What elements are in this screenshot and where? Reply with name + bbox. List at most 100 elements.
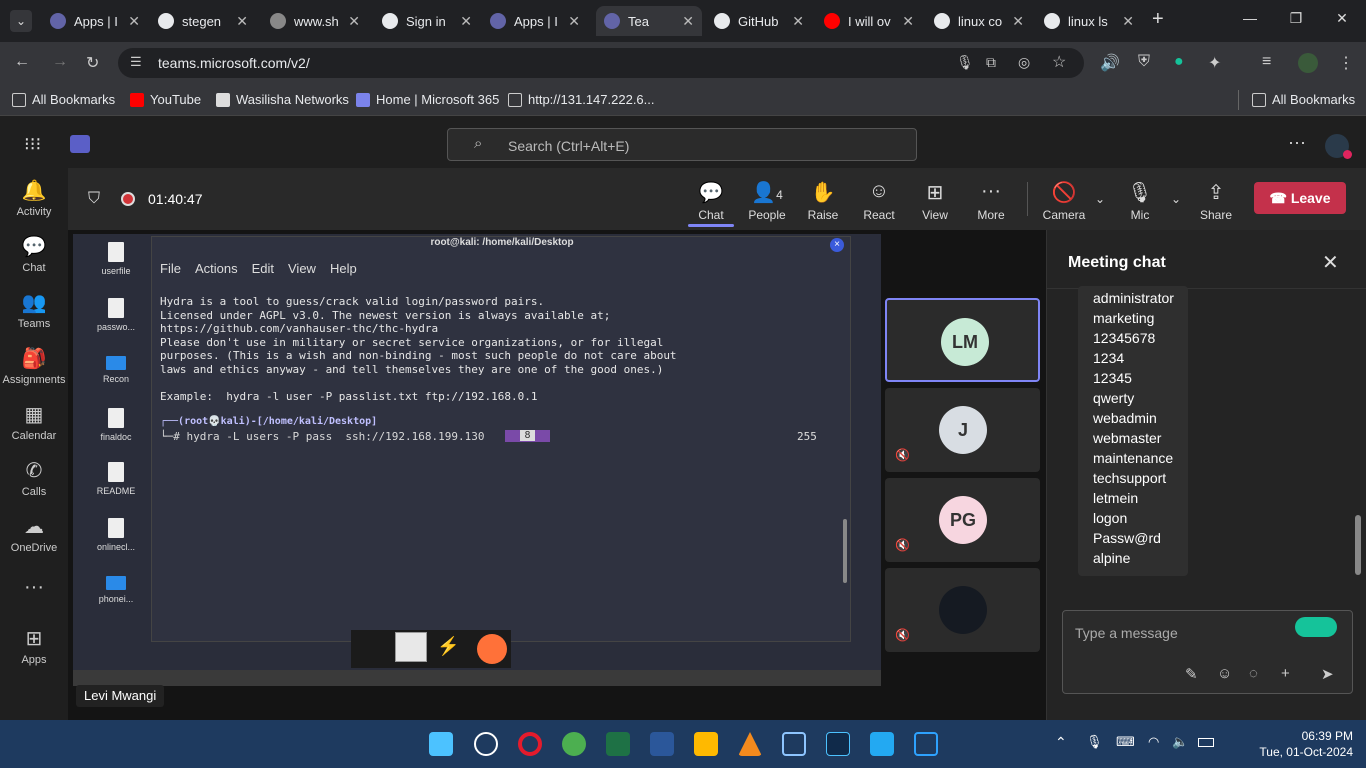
browser-tab[interactable]: GitHub ✕ (706, 6, 812, 36)
menu-actions[interactable]: Actions (195, 261, 238, 276)
reload-icon[interactable]: ↻ (86, 53, 99, 73)
site-info-icon[interactable]: ☰ (130, 54, 142, 70)
mic-button[interactable]: 🎙 Mic (1112, 180, 1168, 222)
tab-close-icon[interactable]: ✕ (348, 13, 360, 30)
menu-view[interactable]: View (288, 261, 316, 276)
camera-button[interactable]: 🚫 Camera (1036, 180, 1092, 222)
desktop-icon[interactable]: onlinecl... (87, 518, 145, 552)
rail-calendar[interactable]: ▦ Calendar (0, 402, 68, 442)
burp-app-icon[interactable]: ⚡ (437, 636, 459, 657)
forward-icon[interactable]: → (52, 53, 68, 71)
shield-extension-icon[interactable]: ⛨ (1138, 53, 1150, 71)
browser-tab[interactable]: stegen ✕ (150, 6, 256, 36)
media-icon[interactable]: 🔊 (1100, 53, 1120, 73)
reading-list-icon[interactable]: ≡ (1262, 53, 1271, 71)
remote-desktop-icon[interactable] (914, 732, 938, 756)
eye-off-icon[interactable]: ◎ (1018, 54, 1030, 71)
tab-close-icon[interactable]: ✕ (1122, 13, 1134, 30)
desktop-icon[interactable]: userfile (87, 242, 145, 276)
menu-file[interactable]: File (160, 261, 181, 276)
word-icon[interactable] (650, 732, 674, 756)
bookmark-all[interactable]: All Bookmarks (12, 92, 115, 107)
app-launcher-icon[interactable]: ⁝⁝⁝ (24, 134, 41, 155)
terminal-app-icon[interactable] (826, 732, 850, 756)
tab-close-icon[interactable]: ✕ (568, 13, 580, 30)
window-close-button[interactable]: ✕ (1322, 10, 1362, 27)
battery-icon[interactable] (1198, 738, 1214, 747)
bookmark-ip[interactable]: http://131.147.222.6... (508, 92, 655, 107)
grammarly-icon[interactable]: ● (1174, 53, 1184, 71)
desktop-icon[interactable]: finaldoc (87, 408, 145, 442)
address-bar[interactable]: ☰ teams.microsoft.com/v2/ 🎙 ⧉ ◎ ☆ (118, 48, 1084, 78)
terminal-scrollbar[interactable] (843, 519, 847, 583)
volume-icon[interactable]: 🔈 (1172, 734, 1188, 750)
menu-edit[interactable]: Edit (252, 261, 274, 276)
desktop-icon[interactable]: Recon (87, 352, 145, 384)
browser-tab[interactable]: Apps | I ✕ (482, 6, 588, 36)
send-icon[interactable]: ➤ (1321, 665, 1334, 683)
tab-close-icon[interactable]: ✕ (460, 13, 472, 30)
microphone-icon[interactable]: 🎙 (956, 54, 974, 71)
browser-tab[interactable]: linux ls ✕ (1036, 6, 1142, 36)
chat-scrollbar[interactable] (1355, 515, 1361, 575)
camera-options-chevron-icon[interactable]: ⌄ (1095, 192, 1105, 206)
keyboard-icon[interactable]: ⌨ (1116, 734, 1135, 750)
windows-start-icon[interactable] (429, 732, 453, 756)
wifi-icon[interactable]: ◠ (1148, 734, 1159, 750)
chart-app-icon[interactable] (395, 632, 427, 662)
profile-avatar[interactable] (1298, 53, 1318, 73)
terminal-window[interactable]: root@kali: /home/kali/Desktop × File Act… (151, 236, 851, 642)
desktop-icon[interactable]: passwo... (87, 298, 145, 332)
desktop-icon[interactable]: README (87, 462, 145, 496)
tab-search-button[interactable]: ⌄ (10, 10, 32, 32)
plus-icon[interactable]: + (1281, 665, 1290, 682)
browser-tab[interactable]: linux co ✕ (926, 6, 1032, 36)
bookmark-wasilisha[interactable]: Wasilisha Networks (216, 92, 349, 107)
restore-button[interactable]: ❐ (1276, 10, 1316, 27)
extensions-icon[interactable]: ✦ (1208, 53, 1221, 73)
browser-tab[interactable]: Tea ✕ (596, 6, 702, 36)
bookmark-all-right[interactable]: All Bookmarks (1252, 92, 1355, 107)
vlc-icon[interactable] (738, 732, 762, 756)
message-composer[interactable]: Type a message ✎ ☺ ◌ + ➤ (1062, 610, 1353, 694)
share-button[interactable]: ⇪ Share (1188, 180, 1244, 222)
rail-activity[interactable]: 🔔 Activity (0, 178, 68, 218)
search-input[interactable]: ⌕ Search (Ctrl+Alt+E) (447, 128, 917, 161)
browser-tab[interactable]: I will ov ✕ (816, 6, 922, 36)
security-icon[interactable] (782, 732, 806, 756)
participant-tile[interactable]: 🔇 (885, 568, 1040, 652)
tab-close-icon[interactable]: ✕ (128, 13, 140, 30)
people-button[interactable]: 👤4 People (739, 180, 795, 222)
search-icon[interactable] (474, 732, 498, 756)
tab-close-icon[interactable]: ✕ (902, 13, 914, 30)
system-clock[interactable]: 06:39 PM Tue, 01-Oct-2024 (1245, 728, 1353, 760)
rail-apps[interactable]: ⊞ Apps (0, 626, 68, 666)
chevron-up-icon[interactable]: ⌃ (1055, 734, 1067, 751)
rail-teams[interactable]: 👥 Teams (0, 290, 68, 330)
bookmark-microsoft365[interactable]: Home | Microsoft 365 (356, 92, 499, 107)
tab-close-icon[interactable]: ✕ (1012, 13, 1024, 30)
participant-tile[interactable]: PG 🔇 (885, 478, 1040, 562)
bookmark-youtube[interactable]: YouTube (130, 92, 201, 107)
participant-tile[interactable]: J 🔇 (885, 388, 1040, 472)
rail-more[interactable]: ··· (0, 576, 68, 602)
terminal-close-icon[interactable]: × (830, 238, 844, 252)
view-button[interactable]: ⊞ View (907, 180, 963, 222)
react-button[interactable]: ☺ React (851, 180, 907, 222)
browser-menu-icon[interactable]: ⋮ (1338, 53, 1354, 73)
format-icon[interactable]: ✎ (1185, 665, 1198, 683)
minimize-button[interactable]: — (1230, 10, 1270, 26)
firefox-icon[interactable] (477, 634, 507, 664)
leave-button[interactable]: ☎ Leave (1254, 182, 1346, 214)
file-explorer-icon[interactable] (694, 732, 718, 756)
rail-chat[interactable]: 💬 Chat (0, 234, 68, 274)
grammarly-icon[interactable] (1295, 617, 1337, 637)
participant-tile[interactable]: LM (885, 298, 1040, 382)
install-app-icon[interactable]: ⧉ (986, 54, 996, 71)
more-options-icon[interactable]: ··· (1288, 132, 1306, 153)
mic-options-chevron-icon[interactable]: ⌄ (1171, 192, 1181, 206)
tab-close-icon[interactable]: ✕ (682, 13, 694, 30)
tab-close-icon[interactable]: ✕ (236, 13, 248, 30)
new-tab-button[interactable]: + (1152, 8, 1164, 31)
chrome-icon[interactable] (562, 732, 586, 756)
